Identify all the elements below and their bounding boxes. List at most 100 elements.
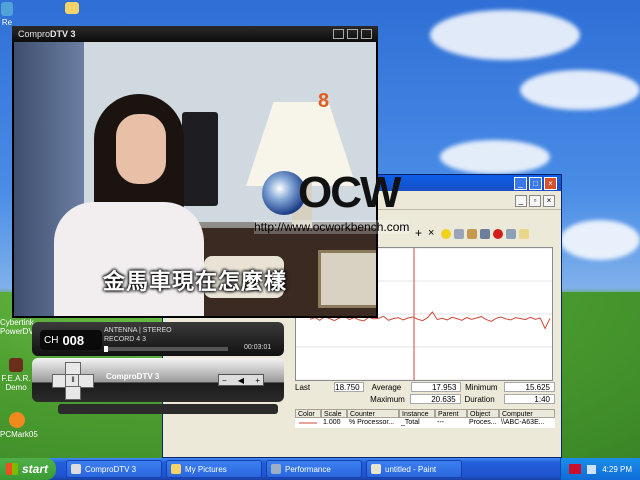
mdi-close-icon[interactable]: × (543, 195, 555, 207)
folder-icon (65, 2, 79, 14)
duration-label: Duration (464, 394, 495, 404)
update-icon[interactable] (506, 229, 516, 239)
desktop-icon-pcmark[interactable]: PCMark05 (0, 412, 38, 439)
table-row[interactable]: 1.000 % Processor... _Total --- Proces..… (295, 418, 555, 428)
column-header[interactable]: Instance (399, 409, 435, 418)
scene-woman-body (54, 202, 204, 316)
clock[interactable]: 4:29 PM (602, 465, 632, 474)
desktop-icon-folder[interactable] (64, 2, 80, 16)
desktop-icon-label: PCMark05 (0, 430, 38, 439)
taskbar: start ComproDTV 3 My Pictures Performanc… (0, 458, 640, 480)
column-header[interactable]: Computer (499, 409, 555, 418)
cell-scale: 1.000 (323, 419, 341, 426)
speaker-icon: ◀ (237, 375, 245, 385)
network-icon[interactable] (587, 464, 597, 474)
control-main-row: ll ComproDTV 3 − ◀ + (32, 358, 284, 402)
direction-pad[interactable]: ll (52, 362, 94, 400)
channel-logo: 8 (318, 90, 330, 112)
cell-counter: % Processor... (349, 419, 395, 426)
properties-icon[interactable] (480, 229, 490, 239)
channel-label: CH (44, 334, 59, 346)
average-label: Average (371, 382, 402, 392)
dpad-down[interactable] (65, 386, 81, 400)
task-button-my-pictures[interactable]: My Pictures (166, 460, 262, 478)
minimum-value: 15.625 (504, 382, 555, 392)
signal-info: ANTENNA | STEREO RECORD 4 3 (104, 327, 172, 343)
panel-brand: ComproDTV 3 (106, 372, 160, 381)
volume-up-icon[interactable]: + (255, 376, 260, 385)
column-header[interactable]: Scale (321, 409, 347, 418)
minimum-label: Minimum (465, 382, 498, 392)
seek-bar[interactable] (104, 346, 228, 352)
start-button[interactable]: start (0, 458, 56, 480)
task-button-performance[interactable]: Performance (266, 460, 362, 478)
volume-down-icon[interactable]: − (222, 376, 227, 385)
highlight-icon[interactable] (441, 229, 451, 239)
dtv-app-icon (71, 464, 81, 474)
counter-table-header: Color Scale Counter Instance Parent Obje… (295, 409, 555, 418)
maximum-label: Maximum (370, 394, 405, 404)
task-label: My Pictures (185, 464, 227, 474)
column-header[interactable]: Color (295, 409, 321, 418)
cell-instance: _Total (401, 419, 420, 426)
control-bottom-row[interactable] (58, 404, 278, 414)
record-label: RECORD (104, 336, 135, 343)
paste-icon[interactable] (467, 229, 477, 239)
cloud (430, 10, 580, 60)
ati-icon[interactable] (569, 464, 582, 474)
copy-icon[interactable] (454, 229, 464, 239)
cloud (440, 140, 550, 174)
maximize-icon[interactable] (347, 29, 358, 39)
close-icon[interactable] (361, 29, 372, 39)
scene-woman-face (116, 114, 166, 184)
watermark-text: OCW (298, 168, 402, 217)
task-label: untitled - Paint (385, 464, 437, 474)
add-counter-icon[interactable]: + (415, 227, 425, 239)
duration-value: 1:40 (503, 394, 555, 404)
task-button-paint[interactable]: untitled - Paint (366, 460, 462, 478)
watermark-url: http://www.ocworkbench.com (254, 220, 410, 234)
system-tray: 4:29 PM (560, 458, 640, 480)
time-display: 00:03:01 (244, 344, 272, 351)
task-label: Performance (285, 464, 331, 474)
record-value: 4 3 (136, 336, 147, 343)
maximize-icon[interactable]: □ (529, 177, 542, 190)
help-icon[interactable] (519, 229, 529, 239)
dtv-window-title: ComproDTV 3 (18, 29, 76, 39)
freeze-icon[interactable] (493, 229, 503, 239)
close-icon[interactable]: × (544, 177, 557, 190)
volume-control[interactable]: − ◀ + (218, 374, 264, 386)
seek-handle[interactable] (104, 346, 108, 352)
control-top-row: CH 008 ANTENNA | STEREO RECORD 4 3 00:03… (32, 322, 284, 356)
last-label: Last (295, 382, 311, 392)
folder-icon (171, 464, 181, 474)
antenna-label: ANTENNA (104, 327, 138, 334)
cloud (560, 220, 640, 260)
desktop-icon-fear-demo[interactable]: F.E.A.R. Demo (0, 358, 32, 392)
delete-icon[interactable]: × (428, 228, 438, 239)
mdi-restore-icon[interactable]: ▫ (529, 195, 541, 207)
start-label: start (22, 462, 49, 476)
desktop-icon-cybertink[interactable]: Cybertink PowerDV (0, 318, 34, 336)
column-header[interactable]: Object (467, 409, 499, 418)
minimize-icon[interactable]: _ (514, 177, 527, 190)
pcmark-icon (9, 412, 25, 428)
task-button-comprodtv[interactable]: ComproDTV 3 (66, 460, 162, 478)
recycle-bin-icon (1, 2, 13, 16)
desktop-icon-label: F.E.A.R. Demo (1, 374, 31, 392)
average-value: 17.953 (410, 382, 462, 392)
ocw-watermark: OCW (262, 168, 422, 218)
paint-icon (371, 464, 381, 474)
column-header[interactable]: Counter (347, 409, 399, 418)
cell-object: Proces... (469, 419, 497, 426)
stats-panel: Last 18.750 Average 17.953 Minimum 15.62… (295, 381, 555, 405)
minimize-icon[interactable] (333, 29, 344, 39)
dtv-control-panel: CH 008 ANTENNA | STEREO RECORD 4 3 00:03… (32, 322, 284, 414)
mdi-minimize-icon[interactable]: _ (515, 195, 527, 207)
channel-number: 008 (62, 332, 85, 348)
column-header[interactable]: Parent (435, 409, 467, 418)
desktop-icon-recycle-bin[interactable]: Re (0, 2, 14, 27)
dtv-title-bar[interactable]: ComproDTV 3 (12, 26, 378, 42)
performance-icon (271, 464, 281, 474)
fear-icon (9, 358, 23, 372)
